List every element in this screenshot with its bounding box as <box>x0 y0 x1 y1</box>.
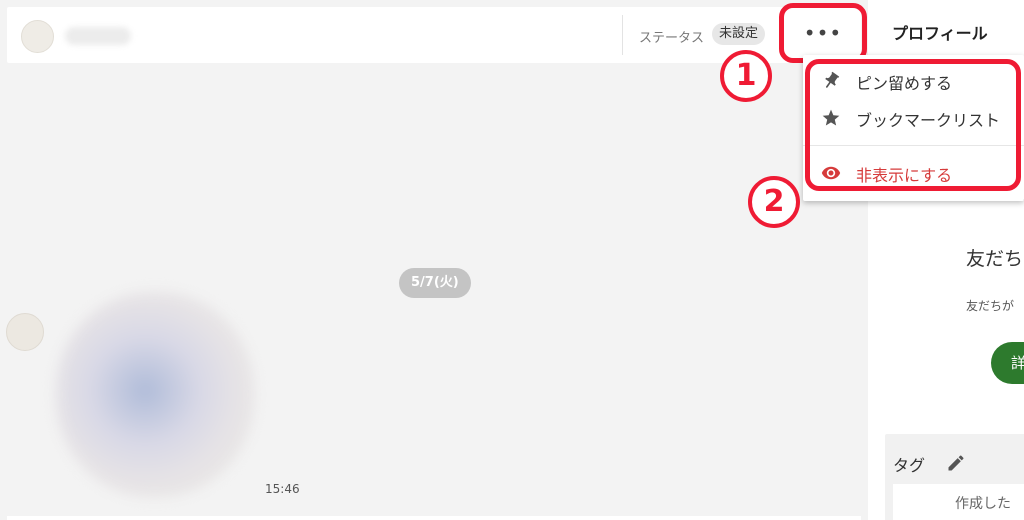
tag-label: タグ <box>893 456 926 475</box>
pencil-icon[interactable] <box>945 453 967 473</box>
status-badge[interactable]: 未設定 <box>712 23 766 45</box>
tag-section: タグ 作成した <box>885 434 1024 520</box>
divider <box>622 15 623 55</box>
input-area-edge <box>7 516 861 520</box>
message-time: 15:46 <box>265 482 300 496</box>
step-marker-1: 1 <box>720 50 772 102</box>
step-marker-2: 2 <box>748 176 800 228</box>
pin-icon <box>825 71 840 88</box>
menu-item-bookmark[interactable]: ブックマークリスト <box>803 100 1024 136</box>
more-options-menu: ピン留めする ブックマークリスト 非表示にする <box>803 55 1024 201</box>
menu-item-hide[interactable]: 非表示にする <box>803 155 1024 191</box>
friend-heading: 友だち <box>966 248 1024 270</box>
highlight-box-more-button <box>779 3 867 63</box>
tag-placeholder: 作成した <box>955 496 1011 512</box>
friend-description: 友だちが <box>966 299 1015 313</box>
message-image-blurred[interactable] <box>56 292 254 497</box>
menu-item-label: ブックマークリスト <box>856 111 1001 130</box>
details-button[interactable]: 詳 <box>991 342 1024 384</box>
tag-input[interactable]: 作成した <box>893 484 1024 520</box>
eye-icon <box>821 166 841 180</box>
sender-avatar[interactable] <box>6 313 44 351</box>
menu-item-label: ピン留めする <box>856 74 953 93</box>
status-label: ステータス <box>639 31 705 46</box>
profile-title: プロフィール <box>892 24 988 43</box>
avatar[interactable] <box>21 20 54 53</box>
star-icon <box>822 109 840 126</box>
menu-divider <box>803 145 1024 146</box>
date-chip: 5/7(火) <box>399 268 471 298</box>
contact-name-blurred <box>65 27 131 45</box>
menu-item-label: 非表示にする <box>856 166 953 185</box>
menu-item-pin[interactable]: ピン留めする <box>803 63 1024 99</box>
